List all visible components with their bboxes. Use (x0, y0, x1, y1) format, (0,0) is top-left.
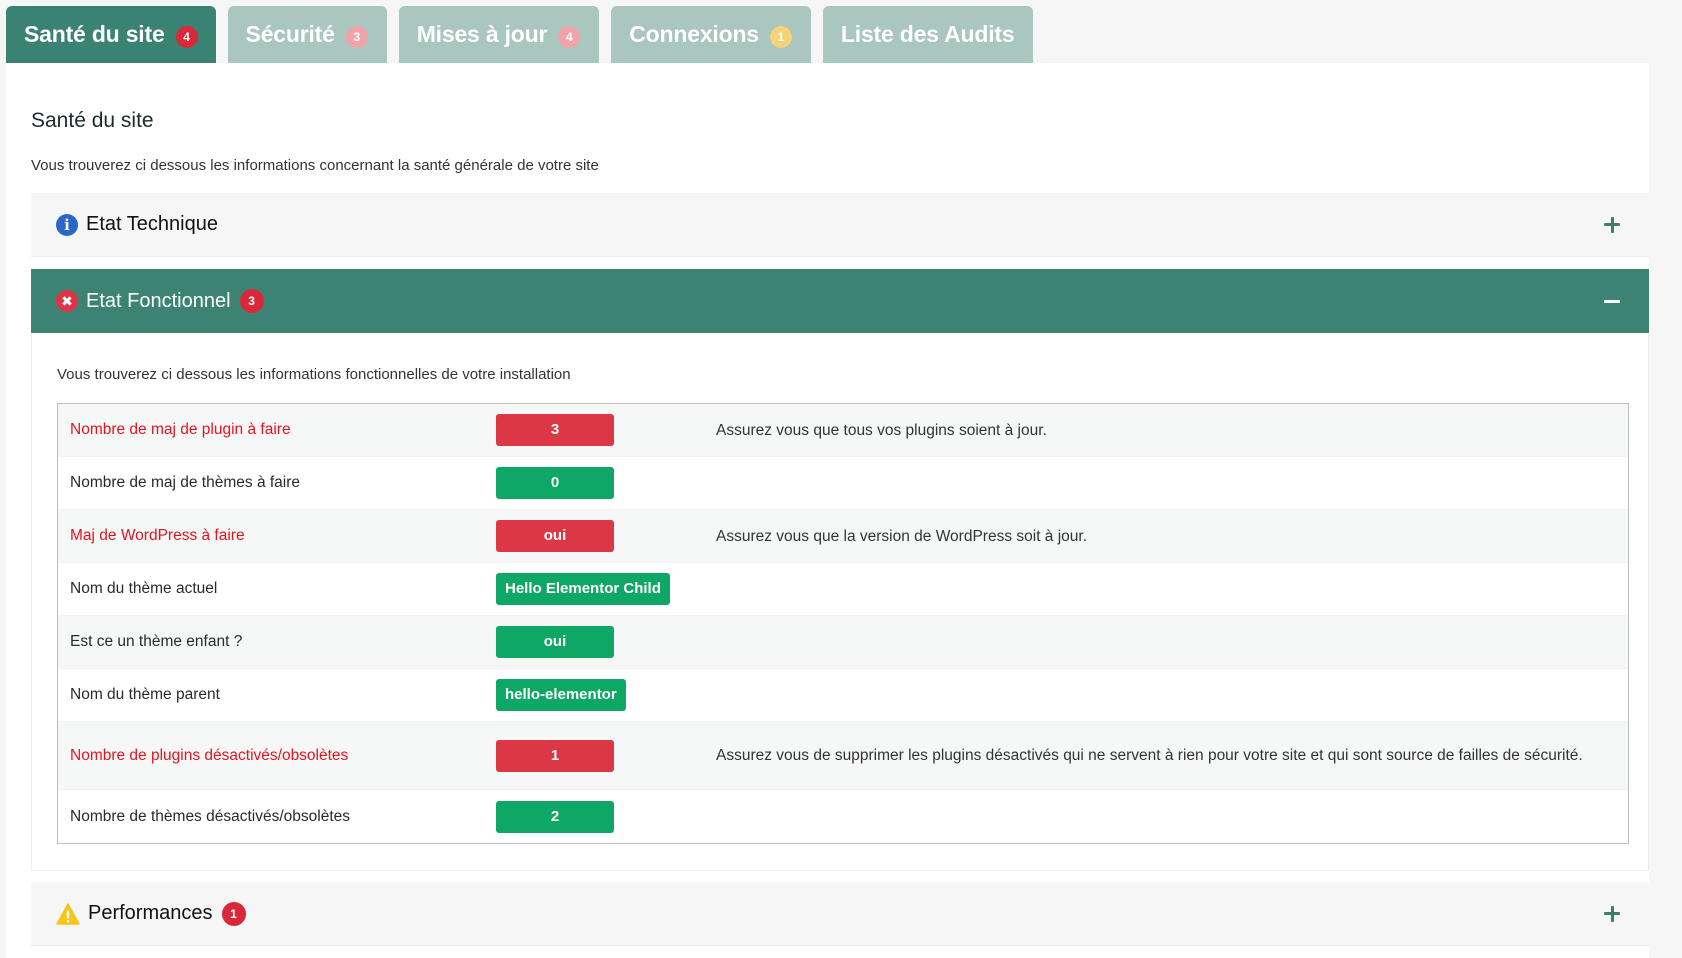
status-badge: 1 (496, 739, 614, 772)
table-row: Nombre de maj de thèmes à faire 0 (58, 457, 1628, 510)
row-label: Nombre de thèmes désactivés/obsolètes (70, 807, 351, 825)
warning-icon (56, 902, 80, 925)
table-row: Nombre de maj de plugin à faire 3 Assure… (58, 404, 1628, 457)
row-label: Maj de WordPress à faire (70, 527, 245, 544)
accordion-header-performances[interactable]: Performances 1 (31, 882, 1649, 946)
plus-icon[interactable] (1603, 216, 1621, 234)
accordion-etat-fonctionnel: ✖ Etat Fonctionnel 3 Vous trouverez ci d… (31, 269, 1649, 871)
status-badge: 2 (496, 800, 614, 833)
table-row: Nom du thème actuel Hello Elementor Chil… (58, 563, 1628, 616)
row-label: Nom du thème actuel (70, 580, 218, 597)
tab-label: Liste des Audits (840, 21, 1015, 47)
accordion-performances: Performances 1 (31, 882, 1649, 946)
page-title: Santé du site (31, 109, 154, 132)
tab-label: Connexions (629, 21, 759, 47)
functional-status-table: Nombre de maj de plugin à faire 3 Assure… (57, 403, 1629, 844)
tab-badge: 1 (769, 25, 792, 48)
info-icon: i (56, 213, 78, 236)
tab-mises-a-jour[interactable]: Mises à jour 4 (398, 6, 600, 63)
accordion-header-etat-fonctionnel[interactable]: ✖ Etat Fonctionnel 3 (31, 269, 1649, 333)
plus-icon[interactable] (1603, 905, 1621, 923)
accordion-title: Etat Fonctionnel (86, 289, 231, 312)
row-note: Assurez vous que la version de WordPress… (716, 527, 1088, 545)
row-label: Nombre de maj de plugin à faire (70, 421, 291, 438)
tab-badge: 4 (558, 25, 581, 48)
accordion-body-etat-fonctionnel: Vous trouverez ci dessous les informatio… (31, 333, 1649, 871)
status-badge: 3 (496, 414, 614, 446)
accordion-etat-technique: i Etat Technique (31, 193, 1649, 257)
tab-badge: 3 (345, 25, 368, 48)
row-note: Assurez vous que tous vos plugins soient… (716, 421, 1047, 439)
accordion-title: Performances (88, 902, 213, 924)
accordion-badge: 1 (221, 901, 246, 926)
accordion-header-etat-technique[interactable]: i Etat Technique (31, 193, 1649, 257)
status-badge: Hello Elementor Child (496, 573, 670, 605)
tab-panel: Santé du site Vous trouverez ci dessous … (6, 63, 1649, 958)
table-row: Nombre de thèmes désactivés/obsolètes 2 (58, 790, 1628, 843)
row-label: Nombre de plugins désactivés/obsolètes (70, 746, 349, 764)
tab-badge: 4 (175, 25, 198, 48)
row-label: Nombre de maj de thèmes à faire (70, 474, 301, 491)
status-badge: oui (496, 626, 614, 658)
table-row: Maj de WordPress à faire oui Assurez vou… (58, 510, 1628, 563)
tab-connexions[interactable]: Connexions 1 (611, 6, 811, 63)
tab-bar: Santé du site 4 Sécurité 3 Mises à jour … (6, 6, 1034, 63)
status-badge: 0 (496, 467, 614, 499)
table-row: Est ce un thème enfant ? oui (58, 616, 1628, 669)
status-badge: oui (496, 520, 614, 552)
table-row: Nom du thème parent hello-elementor (58, 669, 1628, 722)
minus-icon[interactable] (1603, 292, 1621, 310)
table-row: Nombre de plugins désactivés/obsolètes 1… (58, 722, 1628, 790)
accordion-badge: 3 (239, 289, 264, 313)
status-badge: hello-elementor (496, 679, 626, 711)
tab-securite[interactable]: Sécurité 3 (227, 6, 387, 63)
error-icon: ✖ (56, 290, 78, 312)
tab-liste-des-audits[interactable]: Liste des Audits (822, 6, 1034, 63)
page-description: Vous trouverez ci dessous les informatio… (31, 157, 599, 174)
row-label: Nom du thème parent (70, 686, 220, 703)
accordion-title: Etat Technique (86, 213, 218, 235)
row-note: Assurez vous de supprimer les plugins dé… (716, 747, 1583, 764)
tab-label: Mises à jour (416, 21, 548, 47)
section-description: Vous trouverez ci dessous les informatio… (57, 366, 571, 383)
tab-label: Sécurité (245, 21, 335, 47)
row-label: Est ce un thème enfant ? (70, 633, 243, 650)
tab-sante-du-site[interactable]: Santé du site 4 (6, 6, 216, 63)
tab-label: Santé du site (24, 21, 165, 47)
